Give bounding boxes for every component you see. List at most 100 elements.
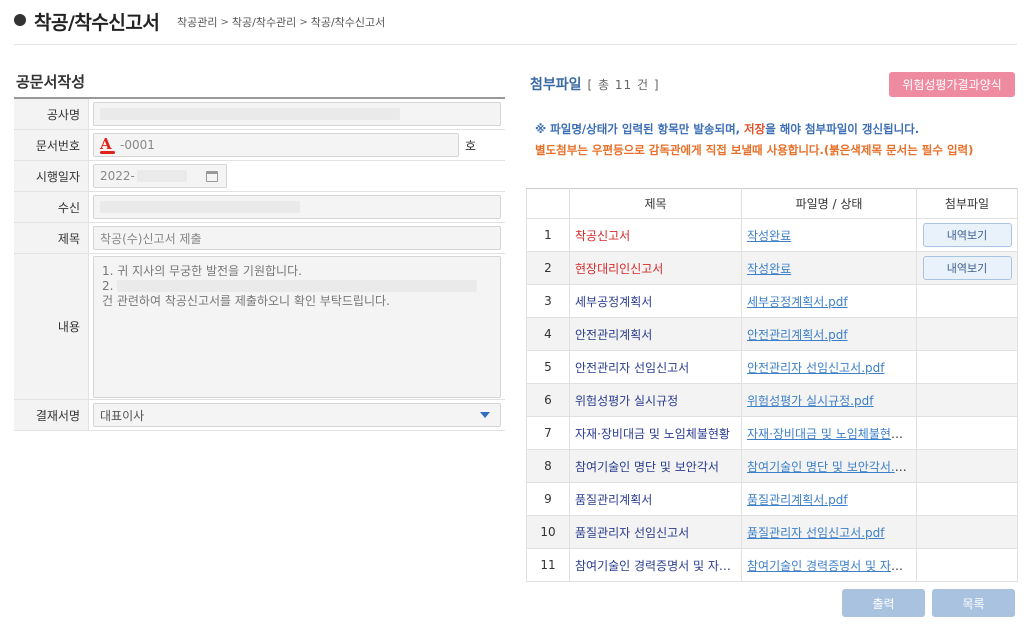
- row-title: 현장대리인신고서: [569, 251, 742, 285]
- row-title: 품질관리계획서: [569, 482, 742, 516]
- row-number: 1: [526, 218, 570, 252]
- table-row: 10 품질관리자 선임신고서 품질관리자 선임신고서.pdf: [526, 515, 1018, 549]
- file-link[interactable]: 참여기술인 경력증명서 및 자격…: [747, 559, 914, 573]
- row-number: 11: [526, 548, 570, 582]
- table-row: 11 참여기술인 경력증명서 및 자… 참여기술인 경력증명서 및 자격…: [526, 548, 1018, 582]
- row-title: 위험성평가 실시규정: [569, 383, 742, 417]
- date-row: 시행일자 2022-: [14, 161, 505, 192]
- chevron-right-icon: >: [220, 16, 229, 28]
- row-title: 착공신고서: [569, 218, 742, 252]
- table-row: 5 안전관리자 선임신고서 안전관리자 선임신고서.pdf: [526, 350, 1018, 384]
- redacted-text: [100, 201, 300, 213]
- row-number: 5: [526, 350, 570, 384]
- subject-value: 착공(수)신고서 제출: [100, 231, 202, 246]
- row-number: 2: [526, 251, 570, 285]
- row-title: 안전관리계획서: [569, 317, 742, 351]
- empty-cell: [916, 416, 1018, 450]
- view-details-button[interactable]: 내역보기: [922, 223, 1012, 247]
- row-title: 참여기술인 경력증명서 및 자…: [569, 548, 742, 582]
- table-row: 8 참여기술인 명단 및 보안각서 참여기술인 명단 및 보안각서.pdf: [526, 449, 1018, 483]
- list-button[interactable]: 목록: [932, 589, 1015, 617]
- doc-number-suffix: 호: [465, 138, 477, 153]
- approver-value: 대표이사: [100, 408, 145, 423]
- empty-cell: [916, 383, 1018, 417]
- row-number: 8: [526, 449, 570, 483]
- content-label: 내용: [14, 254, 89, 399]
- notice-text-highlight: 저장: [744, 122, 766, 136]
- doc-number-field[interactable]: A -0001: [93, 133, 459, 157]
- breadcrumb: 착공관리 > 착공/착수관리 > 착공/착수신고서: [177, 14, 385, 30]
- empty-cell: [916, 317, 1018, 351]
- file-link[interactable]: 품질관리계획서.pdf: [747, 493, 848, 507]
- file-link[interactable]: 참여기술인 명단 및 보안각서.pdf: [747, 460, 914, 474]
- subject-row: 제목 착공(수)신고서 제출: [14, 223, 505, 254]
- approver-label: 결재서명: [14, 400, 89, 430]
- column-header: [526, 188, 570, 219]
- table-row: 3 세부공정계획서 세부공정계획서.pdf: [526, 284, 1018, 318]
- notice-text: 을 해야 첨부파일이 갱신됩니다.: [765, 122, 920, 136]
- content-textarea[interactable]: 1. 귀 지사의 무궁한 발전을 기원합니다. 2. 건 관련하여 착공신고서를…: [93, 255, 501, 398]
- breadcrumb-item[interactable]: 착공관리: [177, 14, 217, 30]
- doc-number-row: 문서번호 A -0001 호: [14, 130, 505, 161]
- breadcrumb-item[interactable]: 착공/착수관리: [232, 14, 296, 30]
- redacted-text: [100, 108, 400, 120]
- row-title: 자재·장비대금 및 노임체불현황: [569, 416, 742, 450]
- view-details-button[interactable]: 내역보기: [922, 256, 1012, 280]
- attachments-count: [ 총 11 건 ]: [587, 78, 660, 92]
- page-header: 착공/착수신고서 착공관리 > 착공/착수관리 > 착공/착수신고서: [0, 0, 1024, 44]
- file-link[interactable]: 위험성평가 실시규정.pdf: [747, 394, 873, 408]
- column-header: 제목: [569, 188, 742, 219]
- content-line: 건 관련하여 착공신고서를 제출하오니 확인 부탁드립니다.: [102, 293, 390, 308]
- redacted-text: [117, 280, 478, 292]
- notice-text: 별도첨부는 우편등으로 감독관에게 직접 보낼때 사용합니다.(붉은색제목 문서…: [535, 143, 974, 157]
- content-line: 1. 귀 지사의 무궁한 발전을 기원합니다.: [102, 263, 302, 278]
- attachments-table: 제목 파일명 / 상태 첨부파일 1 착공신고서 작성완료 내역보기 2 현장대…: [526, 188, 1018, 582]
- title-bullet-icon: [14, 14, 26, 26]
- file-link[interactable]: 자재·장비대금 및 노임체불현황…: [747, 427, 914, 441]
- empty-cell: [916, 449, 1018, 483]
- table-row: 9 품질관리계획서 품질관리계획서.pdf: [526, 482, 1018, 516]
- chevron-down-icon: [480, 412, 490, 418]
- subject-label: 제목: [14, 223, 89, 253]
- file-link[interactable]: 품질관리자 선임신고서.pdf: [747, 526, 885, 540]
- form-section-title: 공문서작성: [16, 73, 86, 91]
- empty-cell: [916, 515, 1018, 549]
- content-line: 2.: [102, 278, 114, 293]
- subject-field[interactable]: 착공(수)신고서 제출: [93, 226, 501, 250]
- table-row: 4 안전관리계획서 안전관리계획서.pdf: [526, 317, 1018, 351]
- table-row: 1 착공신고서 작성완료 내역보기: [526, 218, 1018, 252]
- row-number: 7: [526, 416, 570, 450]
- table-row: 2 현장대리인신고서 작성완료 내역보기: [526, 251, 1018, 285]
- file-link[interactable]: 작성완료: [747, 262, 791, 276]
- calendar-icon[interactable]: [206, 170, 218, 182]
- date-value: 2022-: [100, 169, 135, 183]
- recipient-field[interactable]: [93, 195, 501, 219]
- row-number: 6: [526, 383, 570, 417]
- row-number: 4: [526, 317, 570, 351]
- document-form: 공사명 문서번호 A -0001 호 시행일자 2022- 수신 제목 착공(수…: [14, 97, 505, 431]
- file-link[interactable]: 작성완료: [747, 229, 791, 243]
- recipient-label: 수신: [14, 192, 89, 222]
- doc-number-label: 문서번호: [14, 130, 89, 160]
- file-link[interactable]: 세부공정계획서.pdf: [747, 295, 848, 309]
- project-name-row: 공사명: [14, 99, 505, 130]
- file-link[interactable]: 안전관리자 선임신고서.pdf: [747, 361, 885, 375]
- print-button[interactable]: 출력: [842, 589, 925, 617]
- row-number: 9: [526, 482, 570, 516]
- table-row: 6 위험성평가 실시규정 위험성평가 실시규정.pdf: [526, 383, 1018, 417]
- row-number: 3: [526, 284, 570, 318]
- date-field[interactable]: 2022-: [93, 164, 227, 188]
- empty-cell: [916, 284, 1018, 318]
- attachments-title-text: 첨부파일: [530, 77, 582, 93]
- project-name-field[interactable]: [93, 102, 501, 126]
- redacted-text: [136, 170, 187, 182]
- empty-cell: [916, 350, 1018, 384]
- file-link[interactable]: 안전관리계획서.pdf: [747, 328, 848, 342]
- row-title: 참여기술인 명단 및 보안각서: [569, 449, 742, 483]
- risk-assessment-template-button[interactable]: 위험성평가결과양식: [889, 72, 1015, 97]
- page-title: 착공/착수신고서: [34, 12, 160, 34]
- table-header-row: 제목 파일명 / 상태 첨부파일: [526, 188, 1018, 219]
- row-title: 품질관리자 선임신고서: [569, 515, 742, 549]
- approver-select[interactable]: 대표이사: [93, 403, 501, 427]
- company-logo-icon: A: [100, 135, 116, 154]
